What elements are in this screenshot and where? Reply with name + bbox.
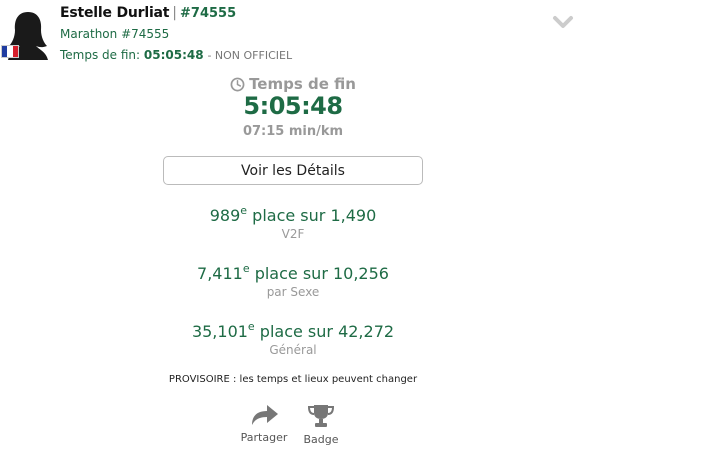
- share-arrow-icon: [252, 405, 278, 425]
- share-label: Partager: [240, 431, 288, 444]
- official-status: - NON OFFICIEL: [207, 49, 293, 62]
- trophy-icon: [307, 405, 335, 427]
- runner-name[interactable]: Estelle Durliat: [60, 5, 169, 21]
- share-button[interactable]: Partager: [238, 404, 290, 444]
- finish-heading: Temps de fin: [163, 75, 423, 93]
- placement-rank: 35,101: [191, 322, 248, 341]
- runner-header: Estelle Durliat | #74555: [60, 5, 236, 21]
- placement-text: place sur 42,272: [259, 322, 395, 341]
- badge-button[interactable]: Badge: [298, 404, 344, 446]
- france-flag-icon: [1, 45, 19, 58]
- placement-text: place sur 1,490: [252, 206, 377, 225]
- placement-suffix: e: [247, 320, 255, 333]
- placement-category: 989e place sur 1,490: [163, 204, 423, 225]
- race-name: Marathon #74555: [60, 27, 170, 41]
- bib-number: #74555: [180, 6, 237, 21]
- finish-time-value: 05:05:48: [143, 48, 204, 62]
- header-separator: |: [172, 5, 177, 21]
- finish-heading-label: Temps de fin: [249, 75, 356, 93]
- chevron-down-icon[interactable]: [552, 14, 574, 30]
- finish-time: 5:05:48: [243, 92, 343, 120]
- provisional-note: PROVISOIRE : les temps et lieux peuvent …: [168, 374, 418, 385]
- placement-gender: 7,411e place sur 10,256: [163, 262, 423, 283]
- clock-icon: [230, 77, 245, 91]
- finish-time-line: Temps de fin: 05:05:48 - NON OFFICIEL: [60, 48, 292, 62]
- placement-label-category: V2F: [281, 227, 305, 241]
- placement-suffix: e: [242, 262, 250, 275]
- placement-label-gender: par Sexe: [266, 285, 320, 299]
- finish-time-label: Temps de fin:: [60, 48, 141, 62]
- placement-suffix: e: [240, 204, 248, 217]
- placement-overall: 35,101e place sur 42,272: [163, 320, 423, 341]
- placement-label-overall: Général: [269, 343, 317, 357]
- pace: 07:15 min/km: [242, 124, 344, 139]
- placement-text: place sur 10,256: [254, 264, 389, 283]
- badge-label: Badge: [303, 433, 339, 446]
- placement-rank: 989: [209, 206, 241, 225]
- view-details-button[interactable]: Voir les Détails: [163, 156, 423, 185]
- placement-rank: 7,411: [197, 264, 243, 283]
